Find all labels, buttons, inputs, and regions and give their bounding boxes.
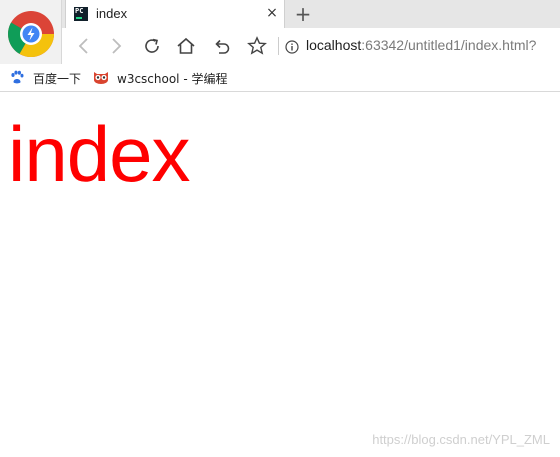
new-tab-button[interactable]: +	[293, 3, 313, 25]
browser-window: PC index × + localhost:63342/untitled1/i…	[0, 0, 560, 457]
toolbar: localhost:63342/untitled1/index.html?	[62, 28, 560, 64]
favicon-text: PC	[75, 7, 84, 15]
pycharm-favicon-icon: PC	[74, 7, 88, 21]
bookmark-star-button[interactable]	[245, 34, 269, 58]
watermark: https://blog.csdn.net/YPL_ZML	[372, 432, 550, 447]
back-button[interactable]	[72, 34, 96, 58]
tab-strip: PC index × +	[62, 0, 560, 28]
home-button[interactable]	[174, 34, 198, 58]
page-content: index https://blog.csdn.net/YPL_ZML	[0, 92, 560, 457]
bookmark-label: 百度一下	[33, 72, 82, 86]
bookmark-w3cschool[interactable]: w3cschool - 学编程	[93, 64, 233, 91]
address-separator	[278, 37, 279, 55]
undo-button[interactable]	[210, 34, 234, 58]
address-host: localhost	[306, 37, 362, 53]
address-path: :63342/untitled1/index.html?	[361, 37, 537, 53]
tab-title: index	[96, 6, 128, 21]
info-icon	[285, 40, 299, 54]
undo-icon	[215, 39, 230, 54]
paw-icon	[11, 70, 24, 84]
star-icon	[247, 36, 267, 55]
reload-icon	[145, 38, 159, 53]
close-tab-icon[interactable]: ×	[264, 4, 280, 22]
home-icon	[177, 37, 195, 54]
bookmark-label: w3cschool - 学编程	[117, 72, 228, 86]
tab-index[interactable]: PC index ×	[65, 0, 285, 28]
bookmarks-bar: 百度一下 w3cschool - 学编程	[0, 64, 560, 92]
back-arrow-icon	[78, 38, 88, 54]
reload-button[interactable]	[140, 34, 164, 58]
page-heading: index	[8, 110, 190, 198]
address-bar[interactable]: localhost:63342/untitled1/index.html?	[306, 37, 560, 53]
owl-icon	[94, 72, 108, 84]
favicon-bar	[76, 17, 82, 19]
forward-arrow-icon	[112, 38, 122, 54]
browser-logo-icon	[8, 11, 54, 57]
bookmark-baidu[interactable]: 百度一下	[10, 64, 86, 91]
forward-button[interactable]	[104, 34, 128, 58]
site-info-button[interactable]	[285, 39, 299, 54]
browser-logo[interactable]	[0, 0, 62, 64]
